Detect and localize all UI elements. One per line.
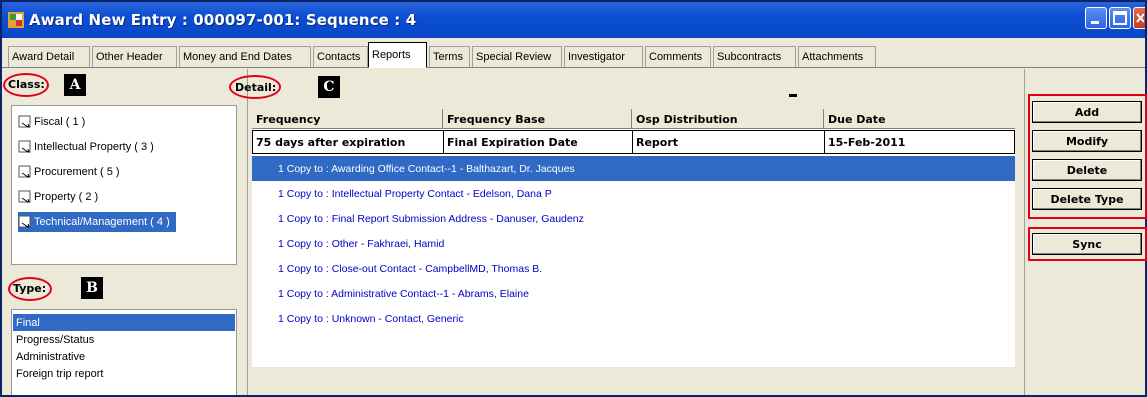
tab-special-review[interactable]: Special Review — [472, 46, 562, 67]
copy-row[interactable]: 1 Copy to : Intellectual Property Contac… — [252, 181, 1015, 206]
tab-attachments[interactable]: Attachments — [798, 46, 876, 67]
tab-strip: Award Detail Other Header Money and End … — [2, 38, 1145, 68]
class-item-intellectual-property[interactable]: Intellectual Property ( 3 ) — [18, 137, 160, 157]
title-bar: Award New Entry : 000097-001: Sequence :… — [2, 2, 1145, 38]
window-title: Award New Entry : 000097-001: Sequence :… — [29, 11, 417, 29]
copy-row[interactable]: 1 Copy to : Close-out Contact - Campbell… — [252, 256, 1015, 281]
type-item-final[interactable]: Final — [13, 314, 235, 331]
tab-subcontracts[interactable]: Subcontracts — [713, 46, 796, 67]
col-due-date[interactable]: Due Date — [824, 109, 1015, 129]
type-badge: B — [81, 277, 103, 299]
copy-row[interactable]: 1 Copy to : Other - Fakhraei, Hamid — [252, 231, 1015, 256]
tab-contacts[interactable]: Contacts — [313, 46, 368, 67]
tab-other-header[interactable]: Other Header — [92, 46, 177, 67]
folder-icon — [18, 140, 31, 153]
copy-row[interactable]: 1 Copy to : Administrative Contact--1 - … — [252, 281, 1015, 306]
tab-award-detail[interactable]: Award Detail — [8, 46, 90, 67]
tab-comments[interactable]: Comments — [645, 46, 711, 67]
folder-icon — [18, 165, 31, 178]
class-item-label: Intellectual Property ( 3 ) — [34, 141, 154, 153]
class-item-label: Fiscal ( 1 ) — [34, 116, 86, 128]
class-item-label: Technical/Management ( 4 ) — [34, 216, 170, 228]
class-annotation-oval — [3, 73, 49, 97]
col-osp-distribution[interactable]: Osp Distribution — [632, 109, 824, 129]
folder-icon — [18, 115, 31, 128]
tab-reports[interactable]: Reports — [368, 42, 427, 68]
delete-type-button[interactable]: Delete Type — [1032, 188, 1142, 210]
tab-money-end-dates[interactable]: Money and End Dates — [179, 46, 311, 67]
col-frequency[interactable]: Frequency — [252, 109, 443, 129]
maximize-icon — [1113, 11, 1127, 25]
sync-button[interactable]: Sync — [1032, 233, 1142, 255]
award-entry-window: Award New Entry : 000097-001: Sequence :… — [0, 0, 1147, 397]
detail-annotation-oval — [229, 75, 281, 99]
modify-button[interactable]: Modify — [1032, 130, 1142, 152]
class-item-property[interactable]: Property ( 2 ) — [18, 187, 104, 207]
maximize-button[interactable] — [1109, 7, 1131, 29]
close-icon — [1136, 13, 1145, 23]
report-row[interactable]: 75 days after expiration Final Expiratio… — [252, 130, 1015, 154]
class-list[interactable]: Fiscal ( 1 ) Intellectual Property ( 3 )… — [11, 105, 237, 265]
class-item-label: Procurement ( 5 ) — [34, 166, 120, 178]
tab-investigator[interactable]: Investigator — [564, 46, 643, 67]
tab-terms[interactable]: Terms — [429, 46, 470, 67]
delete-button[interactable]: Delete — [1032, 159, 1142, 181]
type-item-foreign-trip-report[interactable]: Foreign trip report — [13, 365, 235, 382]
detail-grid: Frequency Frequency Base Osp Distributio… — [252, 109, 1015, 367]
col-frequency-base[interactable]: Frequency Base — [443, 109, 632, 129]
detail-badge: C — [318, 76, 340, 98]
minimize-button[interactable] — [1085, 7, 1107, 29]
type-item-administrative[interactable]: Administrative — [13, 348, 235, 365]
minimize-icon — [1091, 21, 1099, 24]
type-list[interactable]: Final Progress/Status Administrative For… — [11, 309, 237, 395]
app-icon — [8, 12, 24, 28]
grid-header: Frequency Frequency Base Osp Distributio… — [252, 109, 1015, 129]
folder-icon — [18, 215, 31, 228]
class-item-label: Property ( 2 ) — [34, 191, 99, 203]
detail-panel: Detail: C Frequency Frequency Base Osp D… — [229, 69, 1024, 395]
reports-content: Class: A Fiscal ( 1 ) Intellectual Prope… — [2, 69, 1147, 395]
left-panel: Class: A Fiscal ( 1 ) Intellectual Prope… — [2, 69, 248, 395]
type-annotation-oval — [8, 277, 52, 301]
separator-dash — [789, 94, 797, 97]
actions-panel: Add Modify Delete Delete Type Sync — [1024, 69, 1147, 395]
close-button[interactable] — [1133, 7, 1145, 29]
cell-frequency: 75 days after expiration — [253, 131, 444, 153]
add-button[interactable]: Add — [1032, 101, 1142, 123]
copy-row[interactable]: 1 Copy to : Unknown - Contact, Generic — [252, 306, 1015, 331]
folder-icon — [18, 190, 31, 203]
class-item-fiscal[interactable]: Fiscal ( 1 ) — [18, 112, 91, 132]
cell-frequency-base: Final Expiration Date — [444, 131, 633, 153]
copy-row[interactable]: 1 Copy to : Final Report Submission Addr… — [252, 206, 1015, 231]
cell-due-date: 15-Feb-2011 — [828, 135, 906, 149]
class-item-procurement[interactable]: Procurement ( 5 ) — [18, 162, 126, 182]
copy-row[interactable]: 1 Copy to : Awarding Office Contact--1 -… — [252, 156, 1015, 181]
class-badge: A — [64, 74, 86, 96]
type-item-progress-status[interactable]: Progress/Status — [13, 331, 235, 348]
class-item-technical-management[interactable]: Technical/Management ( 4 ) — [18, 212, 176, 232]
cell-osp-distribution: Report — [633, 131, 825, 153]
